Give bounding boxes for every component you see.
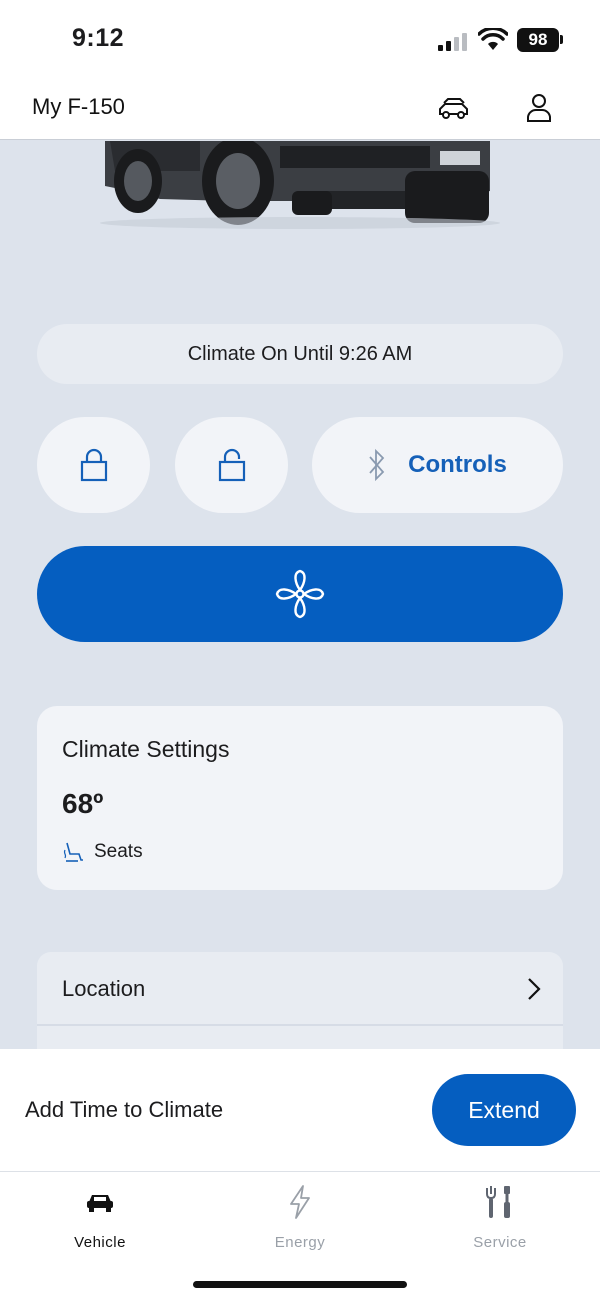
temperature-value: 68º [62, 788, 104, 819]
list-item-location[interactable]: Location [37, 952, 563, 1026]
fan-icon [275, 569, 325, 619]
page-title: My F-150 [32, 94, 125, 119]
chevron-right-icon [528, 978, 541, 1000]
vehicles-icon[interactable] [434, 88, 474, 128]
tab-label: Vehicle [74, 1234, 126, 1251]
climate-settings-title: Climate Settings [62, 736, 230, 762]
climate-fan-button[interactable] [37, 546, 563, 642]
tab-vehicle[interactable]: Vehicle [30, 1182, 170, 1252]
tab-label: Energy [274, 1234, 326, 1251]
vehicle-image [0, 141, 600, 271]
tab-energy[interactable]: Energy [230, 1182, 370, 1252]
list-item-label: Location [62, 976, 146, 1001]
lightning-icon [290, 1185, 310, 1219]
battery-indicator: 98 [517, 28, 559, 52]
add-time-sheet: Add Time to Climate Extend [0, 1049, 600, 1172]
climate-settings-card[interactable]: Climate Settings 68º Seats [37, 706, 563, 890]
tab-service[interactable]: Service [430, 1182, 570, 1252]
unlock-icon [218, 448, 245, 482]
car-icon [87, 1195, 113, 1212]
climate-status-pill: Climate On Until 9:26 AM [37, 324, 563, 384]
seats-row: Seats [62, 840, 143, 864]
tab-label: Service [473, 1234, 527, 1251]
profile-icon[interactable] [519, 88, 559, 128]
seats-label: Seats [94, 841, 143, 862]
bluetooth-icon [369, 448, 385, 482]
battery-tip [560, 35, 563, 44]
home-indicator [193, 1281, 407, 1288]
heated-seat-icon [63, 842, 83, 862]
controls-label: Controls [408, 451, 507, 478]
status-bar: 9:12 98 [0, 0, 600, 78]
lock-button[interactable] [37, 417, 150, 513]
app-header: My F-150 [0, 78, 600, 140]
tools-icon [486, 1186, 510, 1218]
controls-button[interactable]: Controls [312, 417, 563, 513]
lock-icon [80, 448, 107, 482]
add-time-label: Add Time to Climate [25, 1097, 224, 1122]
climate-status-text: Climate On Until 9:26 AM [187, 342, 413, 365]
cellular-signal-icon [438, 33, 467, 51]
status-time: 9:12 [72, 24, 125, 52]
wifi-icon [478, 28, 508, 50]
unlock-button[interactable] [175, 417, 288, 513]
extend-button[interactable]: Extend [432, 1074, 576, 1146]
